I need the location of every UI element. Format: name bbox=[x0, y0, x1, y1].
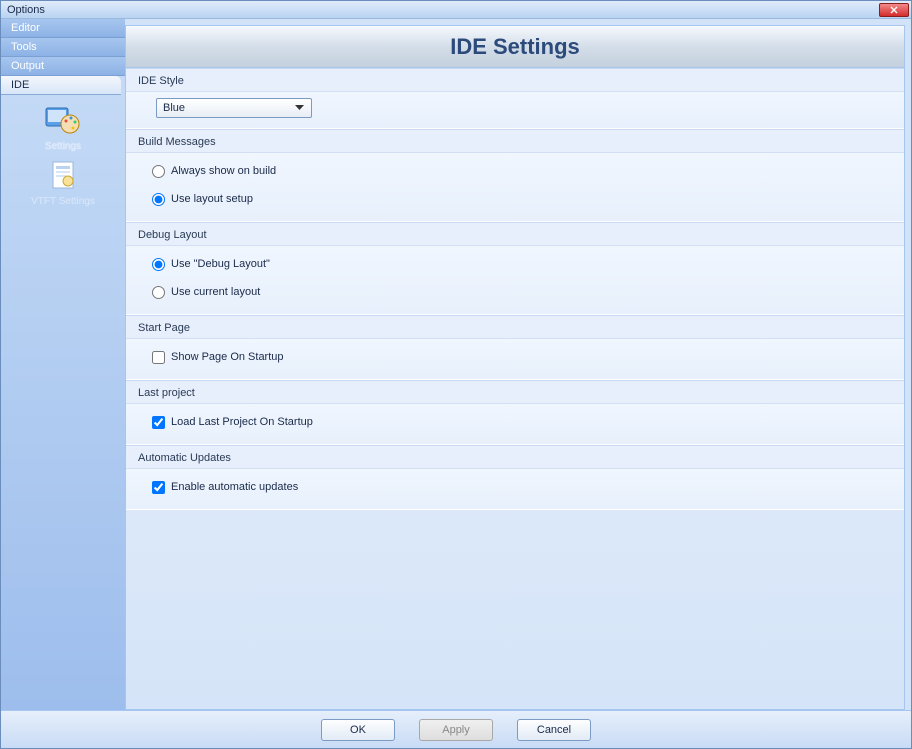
radio-label: Use current layout bbox=[171, 286, 260, 298]
radio-use-current-layout[interactable] bbox=[152, 286, 165, 299]
checkbox-show-start-page[interactable] bbox=[152, 351, 165, 364]
sidebar-item-vtft[interactable]: VTFT Settings bbox=[18, 158, 108, 207]
sidebar-tab-editor[interactable]: Editor bbox=[1, 19, 125, 38]
group-last-project: Last project Load Last Project On Startu… bbox=[126, 380, 904, 445]
cancel-button[interactable]: Cancel bbox=[517, 719, 591, 741]
group-title: Debug Layout bbox=[126, 223, 904, 246]
group-auto-updates: Automatic Updates Enable automatic updat… bbox=[126, 445, 904, 510]
close-icon bbox=[890, 6, 898, 14]
sidebar-item-label: Settings bbox=[18, 141, 108, 152]
group-build-messages: Build Messages Always show on build Use … bbox=[126, 129, 904, 222]
checkbox-load-last-project[interactable] bbox=[152, 416, 165, 429]
group-title: Build Messages bbox=[126, 130, 904, 153]
window-title: Options bbox=[7, 4, 45, 16]
sidebar-item-label: VTFT Settings bbox=[18, 196, 108, 207]
close-button[interactable] bbox=[879, 3, 909, 17]
ok-button[interactable]: OK bbox=[321, 719, 395, 741]
sidebar-item-settings[interactable]: Settings bbox=[18, 103, 108, 152]
group-title: Last project bbox=[126, 381, 904, 404]
group-ide-style: IDE Style Blue bbox=[126, 68, 904, 129]
group-debug-layout: Debug Layout Use "Debug Layout" Use curr… bbox=[126, 222, 904, 315]
sidebar-tab-ide[interactable]: IDE bbox=[1, 76, 121, 95]
checkbox-label: Load Last Project On Startup bbox=[171, 416, 313, 428]
footer: OK Apply Cancel bbox=[1, 710, 911, 748]
ide-style-select[interactable]: Blue bbox=[156, 98, 312, 118]
checkbox-auto-updates[interactable] bbox=[152, 481, 165, 494]
titlebar: Options bbox=[1, 1, 911, 19]
sidebar: Editor Tools Output IDE bbox=[1, 19, 125, 710]
group-title: Automatic Updates bbox=[126, 446, 904, 469]
document-icon bbox=[43, 158, 83, 194]
sidebar-tab-tools[interactable]: Tools bbox=[1, 38, 125, 57]
checkbox-label: Enable automatic updates bbox=[171, 481, 298, 493]
page-title: IDE Settings bbox=[450, 34, 580, 60]
group-start-page: Start Page Show Page On Startup bbox=[126, 315, 904, 380]
group-title: IDE Style bbox=[126, 69, 904, 92]
options-window: Options Editor Tools Output IDE bbox=[0, 0, 912, 749]
apply-button[interactable]: Apply bbox=[419, 719, 493, 741]
checkbox-label: Show Page On Startup bbox=[171, 351, 284, 363]
chevron-down-icon bbox=[291, 100, 307, 116]
settings-palette-icon bbox=[43, 103, 83, 139]
ide-style-value: Blue bbox=[163, 102, 185, 114]
group-title: Start Page bbox=[126, 316, 904, 339]
main-content: IDE Style Blue Build Messages bbox=[126, 68, 904, 709]
radio-use-layout-setup[interactable] bbox=[152, 193, 165, 206]
radio-label: Use layout setup bbox=[171, 193, 253, 205]
radio-always-show[interactable] bbox=[152, 165, 165, 178]
radio-label: Always show on build bbox=[171, 165, 276, 177]
main-header: IDE Settings bbox=[126, 26, 904, 68]
sidebar-tab-output[interactable]: Output bbox=[1, 57, 125, 76]
radio-label: Use "Debug Layout" bbox=[171, 258, 270, 270]
radio-use-debug-layout[interactable] bbox=[152, 258, 165, 271]
sidebar-icon-list: Settings VTFT Settings bbox=[1, 95, 125, 207]
main-panel: IDE Settings IDE Style Blue bbox=[125, 25, 905, 710]
